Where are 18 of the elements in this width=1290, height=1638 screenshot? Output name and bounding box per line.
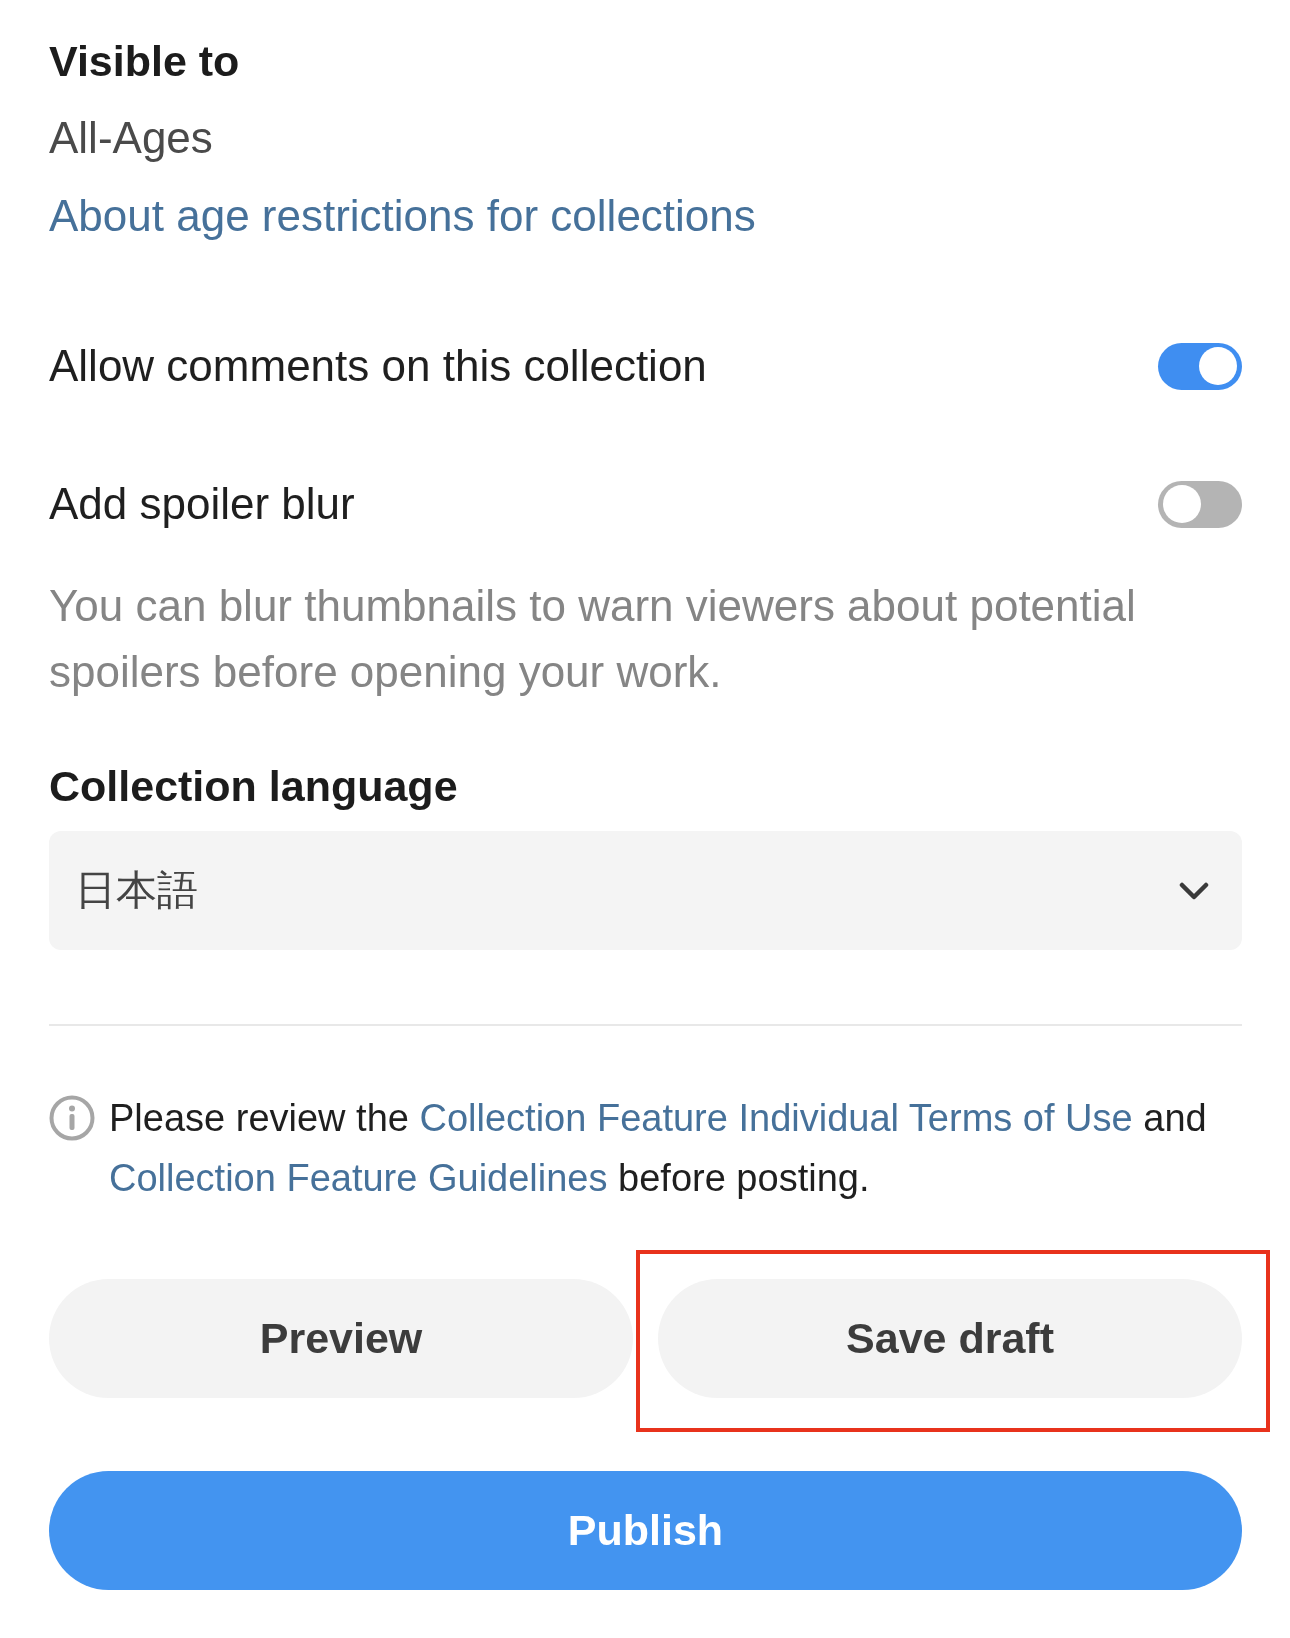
setting-label: Add spoiler blur [49,479,355,529]
text-link[interactable]: Collection Feature Guidelines [109,1157,608,1199]
info-icon [49,1095,95,1141]
setting-description: You can blur thumbnails to warn viewers about potential spoilers before opening your work. [49,580,1137,698]
notice-text: Please review the Collection Feature Individual Terms of Use and Collection Feature Guidelines before posting. [109,1096,1208,1201]
action-button[interactable]: Save draft [658,1279,1242,1398]
language-select[interactable]: 日本語 [49,831,1242,950]
action-button[interactable]: Preview [49,1279,633,1398]
section-heading: Collection language [49,761,458,811]
chevron-down-icon [1179,881,1209,900]
age-restrictions-link[interactable]: About age restrictions for collections [49,191,756,241]
section-heading: Visible to [49,36,240,86]
visibility-value: All-Ages [49,113,213,163]
publish-button[interactable]: Publish [49,1471,1242,1590]
setting-label: Allow comments on this collection [49,341,707,391]
toggle-switch[interactable] [1158,480,1242,528]
text-link[interactable]: Collection Feature Individual Terms of Use [419,1097,1133,1139]
toggle-switch[interactable] [1158,342,1242,390]
